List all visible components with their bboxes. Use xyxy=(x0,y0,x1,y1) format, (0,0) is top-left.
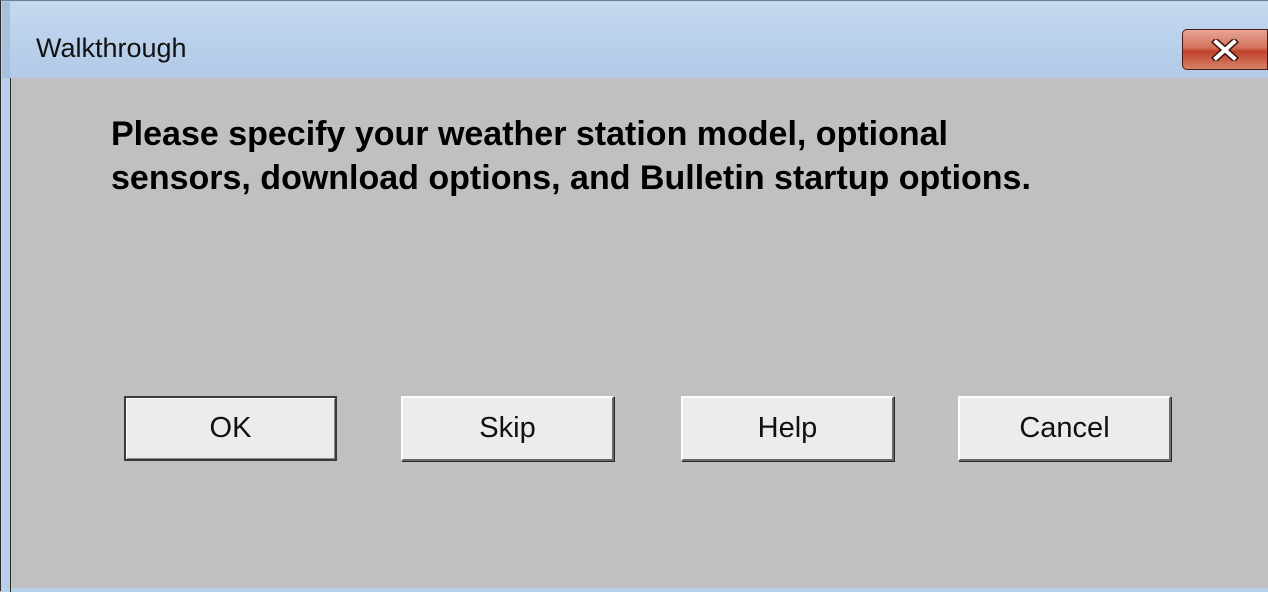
help-button-label: Help xyxy=(757,412,818,444)
instruction-message: Please specify your weather station mode… xyxy=(111,112,1231,200)
close-button[interactable] xyxy=(1182,29,1268,70)
cancel-button[interactable]: Cancel xyxy=(958,396,1171,461)
skip-button[interactable]: Skip xyxy=(401,396,614,461)
close-x-icon xyxy=(1210,38,1240,61)
window-frame-left xyxy=(2,78,10,592)
ok-button-label: OK xyxy=(209,412,252,444)
title-bar[interactable]: Walkthrough xyxy=(2,2,1268,78)
window-frame-bottom xyxy=(11,588,1268,592)
cancel-button-label: Cancel xyxy=(1019,412,1110,444)
message-line-1: Please specify your weather station mode… xyxy=(111,115,949,153)
skip-button-label: Skip xyxy=(479,412,536,444)
help-button[interactable]: Help xyxy=(681,396,894,461)
message-line-2: sensors, download options, and Bulletin … xyxy=(111,159,1031,197)
window-title: Walkthrough xyxy=(36,33,187,63)
ok-button[interactable]: OK xyxy=(124,396,337,461)
walkthrough-dialog: Walkthrough Please specify your weather … xyxy=(0,0,1268,592)
